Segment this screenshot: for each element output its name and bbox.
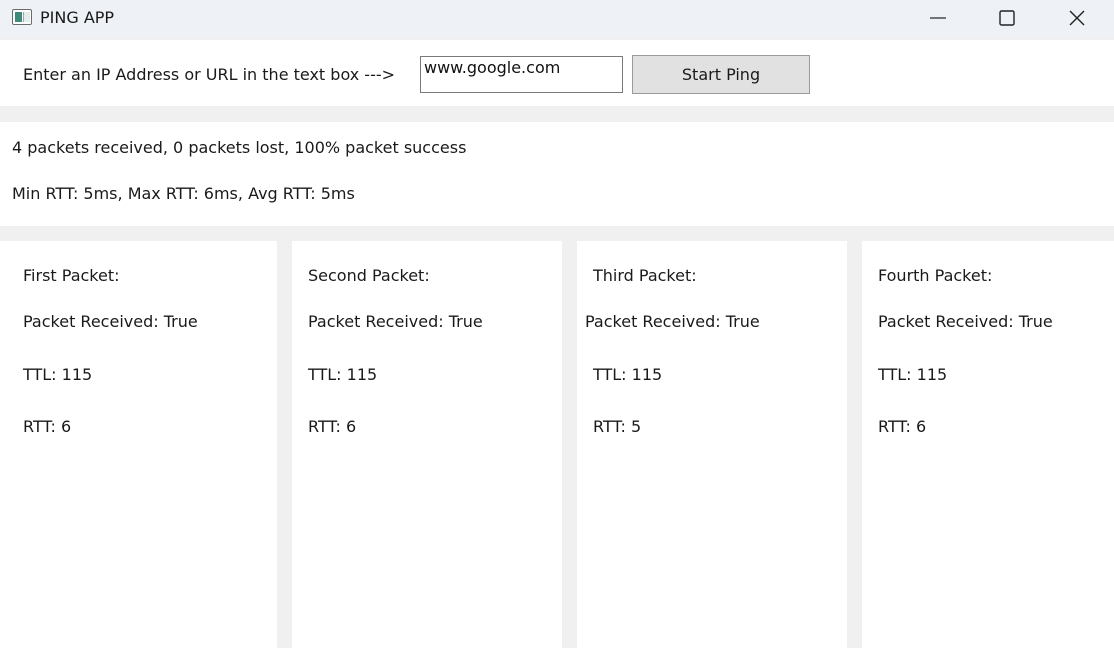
- minimize-button[interactable]: [915, 0, 961, 36]
- packet-panel-first: First Packet: Packet Received: True TTL:…: [0, 241, 277, 648]
- maximize-button[interactable]: [984, 0, 1030, 36]
- packet-received-text: Packet Received: True: [308, 312, 483, 331]
- packet-rtt-text: RTT: 6: [878, 417, 927, 436]
- packet-received-text: Packet Received: True: [23, 312, 198, 331]
- packet-title: Third Packet:: [593, 266, 697, 285]
- packet-title: Fourth Packet:: [878, 266, 993, 285]
- input-row: Enter an IP Address or URL in the text b…: [0, 40, 1114, 106]
- packet-rtt-text: RTT: 6: [23, 417, 72, 436]
- packet-ttl-text: TTL: 115: [23, 365, 93, 384]
- close-icon: [1069, 10, 1085, 26]
- summary-panel: 4 packets received, 0 packets lost, 100%…: [0, 122, 1114, 226]
- packet-panel-fourth: Fourth Packet: Packet Received: True TTL…: [862, 241, 1114, 648]
- packet-title: Second Packet:: [308, 266, 430, 285]
- packet-received-text: Packet Received: True: [585, 312, 760, 331]
- packet-summary-text: 4 packets received, 0 packets lost, 100%…: [12, 138, 467, 157]
- rtt-summary-text: Min RTT: 5ms, Max RTT: 6ms, Avg RTT: 5ms: [12, 184, 355, 203]
- ping-app-window: PING APP Enter an IP Address or URL in t…: [0, 0, 1114, 648]
- app-window-icon: [12, 9, 32, 25]
- url-input[interactable]: [420, 56, 623, 93]
- packet-ttl-text: TTL: 115: [308, 365, 378, 384]
- title-bar[interactable]: PING APP: [0, 0, 1114, 36]
- close-button[interactable]: [1054, 0, 1100, 36]
- packet-ttl-text: TTL: 115: [878, 365, 948, 384]
- minimize-icon: [930, 17, 946, 19]
- packet-panel-third: Third Packet: Packet Received: True TTL:…: [577, 241, 847, 648]
- packet-received-text: Packet Received: True: [878, 312, 1053, 331]
- packet-panel-second: Second Packet: Packet Received: True TTL…: [292, 241, 562, 648]
- packet-ttl-text: TTL: 115: [593, 365, 663, 384]
- url-prompt-label: Enter an IP Address or URL in the text b…: [23, 65, 396, 84]
- window-title: PING APP: [40, 8, 115, 27]
- start-ping-button[interactable]: Start Ping: [632, 55, 810, 94]
- packet-title: First Packet:: [23, 266, 120, 285]
- maximize-icon: [999, 10, 1015, 26]
- packet-rtt-text: RTT: 5: [593, 417, 642, 436]
- packet-rtt-text: RTT: 6: [308, 417, 357, 436]
